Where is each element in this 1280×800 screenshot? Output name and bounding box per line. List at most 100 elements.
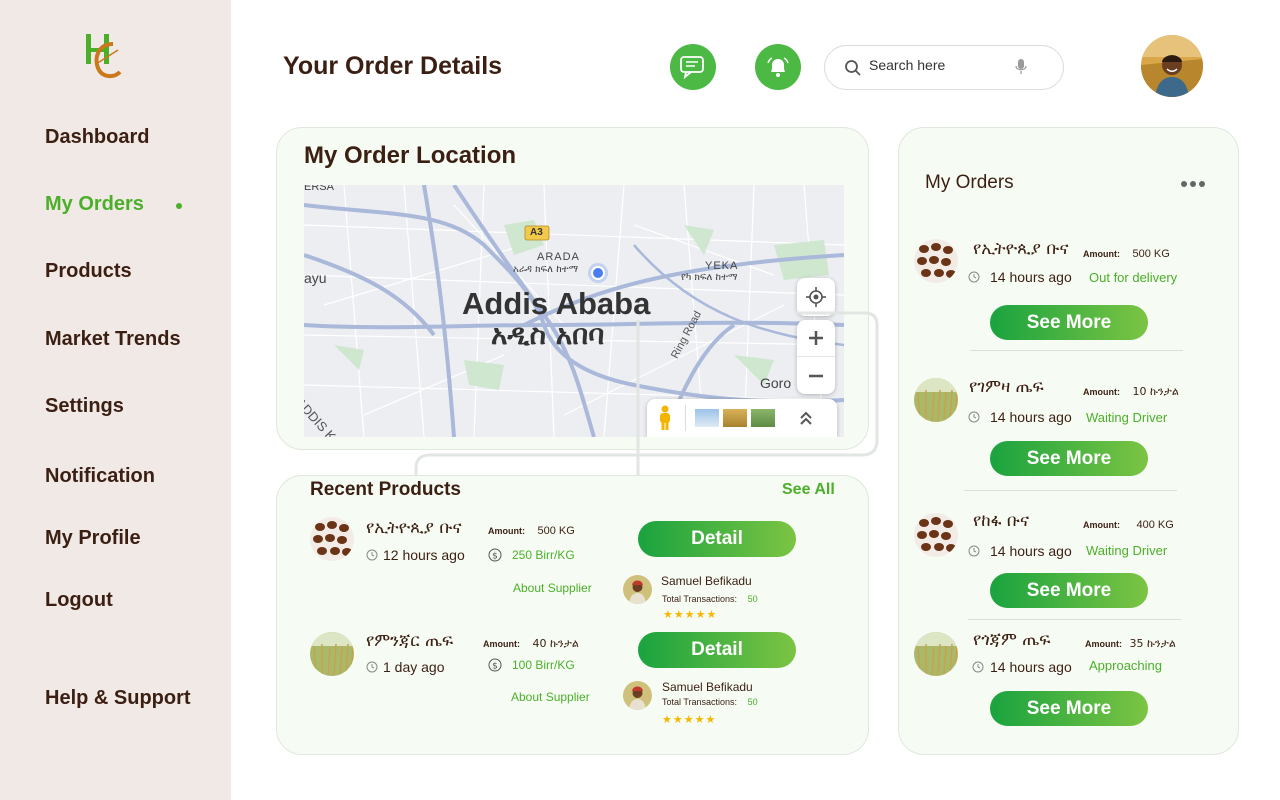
recent-products-title: Recent Products (310, 479, 461, 500)
product-thumbnail-coffee (310, 517, 354, 561)
about-supplier-link[interactable]: About Supplier (513, 581, 592, 595)
product-amount: Amount: 500 KG (488, 521, 575, 539)
amount-label: Amount: (483, 639, 520, 649)
microphone-icon[interactable] (1015, 59, 1027, 75)
order-time-text: 14 hours ago (990, 543, 1072, 559)
sidebar-item-my-profile[interactable]: My Profile (45, 527, 141, 550)
sidebar-item-notification[interactable]: Notification (45, 465, 155, 488)
user-avatar[interactable] (1141, 35, 1203, 97)
see-more-button[interactable]: See More (990, 441, 1148, 476)
map-label-arada-amharic: አራዳ ክፍለ ከተማ (513, 264, 579, 275)
order-amount: Amount: 10 ኩንታል (1083, 382, 1179, 400)
crosshair-icon (806, 287, 826, 307)
product-time: 1 day ago (366, 659, 445, 675)
app-logo (86, 34, 122, 79)
order-thumbnail-teff (914, 632, 958, 676)
order-time: 14 hours ago (968, 409, 1072, 425)
product-name: የምንጃር ጤፍ (366, 631, 454, 651)
divider (964, 490, 1177, 491)
see-more-button[interactable]: See More (990, 305, 1148, 340)
dollar-icon: $ (488, 548, 502, 562)
order-status: Waiting Driver (1086, 543, 1168, 558)
order-status: Waiting Driver (1086, 410, 1168, 425)
order-thumbnail-teff (914, 378, 958, 422)
transactions-count: 50 (747, 697, 758, 707)
sidebar-item-my-orders[interactable]: My Orders (45, 193, 144, 216)
clock-icon (972, 661, 984, 673)
sidebar-item-market-trends[interactable]: Market Trends (45, 328, 181, 351)
product-time: 12 hours ago (366, 547, 465, 563)
order-time: 14 hours ago (972, 659, 1072, 675)
map-label-gersa: ERSA (304, 185, 334, 193)
supplier-transactions: Total Transactions: 50 (662, 697, 758, 707)
more-options-icon[interactable] (1180, 180, 1206, 188)
supplier-avatar (623, 575, 652, 604)
page-title: Your Order Details (283, 52, 503, 80)
product-time-text: 1 day ago (383, 659, 445, 675)
see-more-button[interactable]: See More (990, 573, 1148, 608)
divider (970, 350, 1183, 351)
rating-stars: ★★★★★ (662, 714, 717, 726)
transactions-count: 50 (747, 594, 758, 604)
see-all-link[interactable]: See All (782, 481, 835, 499)
clock-icon (366, 661, 378, 673)
search-bar (824, 45, 1064, 90)
search-input[interactable] (869, 57, 1009, 73)
supplier-transactions: Total Transactions: 50 (662, 594, 758, 604)
order-amount: Amount: 400 KG (1083, 515, 1174, 533)
active-indicator-dot (176, 203, 182, 209)
supplier-avatar (623, 681, 652, 710)
map-label-a3: A3 (530, 227, 543, 238)
messages-button[interactable] (670, 44, 716, 90)
svg-text:$: $ (492, 662, 498, 672)
order-name: የጎጃም ጤፍ (973, 630, 1051, 650)
order-time-text: 14 hours ago (990, 409, 1072, 425)
amount-label: Amount: (1083, 387, 1120, 397)
clock-icon (968, 545, 980, 557)
amount-value: 500 KG (537, 525, 575, 537)
sidebar-item-settings[interactable]: Settings (45, 395, 124, 418)
clock-icon (968, 411, 980, 423)
notifications-button[interactable] (755, 44, 801, 90)
clock-icon (366, 549, 378, 561)
amount-label: Amount: (488, 526, 525, 536)
sidebar-item-help-support[interactable]: Help & Support (45, 687, 191, 710)
clock-icon (968, 271, 980, 283)
svg-text:$: $ (492, 552, 498, 562)
order-time-text: 14 hours ago (990, 269, 1072, 285)
search-icon (845, 60, 861, 76)
amount-value: 400 KG (1136, 519, 1174, 531)
detail-button[interactable]: Detail (638, 632, 796, 668)
about-supplier-link[interactable]: About Supplier (511, 690, 590, 704)
bell-icon (767, 57, 789, 77)
sidebar: Dashboard My Orders Products Market Tren… (0, 0, 231, 800)
chat-icon (680, 56, 704, 79)
order-status: Approaching (1089, 658, 1162, 673)
map-label-yeka-amharic: የካ ክፍለ ከተማ (681, 272, 738, 283)
sidebar-item-dashboard[interactable]: Dashboard (45, 126, 149, 149)
map-label-arada: ARADA (537, 251, 580, 263)
amount-label: Amount: (1083, 520, 1120, 530)
product-price: $ 250 Birr/KG (488, 548, 575, 562)
product-price: $ 100 Birr/KG (488, 658, 575, 672)
order-time: 14 hours ago (968, 269, 1072, 285)
price-value: 250 Birr/KG (512, 548, 575, 562)
decorative-connector-lines (414, 311, 879, 478)
sidebar-item-logout[interactable]: Logout (45, 589, 113, 612)
order-time-text: 14 hours ago (990, 659, 1072, 675)
transactions-label: Total Transactions: (662, 594, 738, 604)
detail-button[interactable]: Detail (638, 521, 796, 557)
product-time-text: 12 hours ago (383, 547, 465, 563)
order-location-title: My Order Location (304, 142, 517, 169)
see-more-button[interactable]: See More (990, 691, 1148, 726)
product-name: የኢትዮጲያ ቡና (366, 518, 462, 538)
order-amount: Amount: 500 KG (1083, 244, 1170, 262)
order-name: የኢትዮጲያ ቡና (973, 239, 1069, 259)
transactions-label: Total Transactions: (662, 697, 738, 707)
amount-value: 10 ኩንታል (1132, 385, 1179, 398)
sidebar-item-products[interactable]: Products (45, 260, 132, 283)
order-name: የከፋ ቡና (973, 511, 1030, 531)
amount-value: 500 KG (1132, 248, 1170, 260)
order-thumbnail-coffee (914, 513, 958, 557)
rating-stars: ★★★★★ (663, 609, 718, 621)
